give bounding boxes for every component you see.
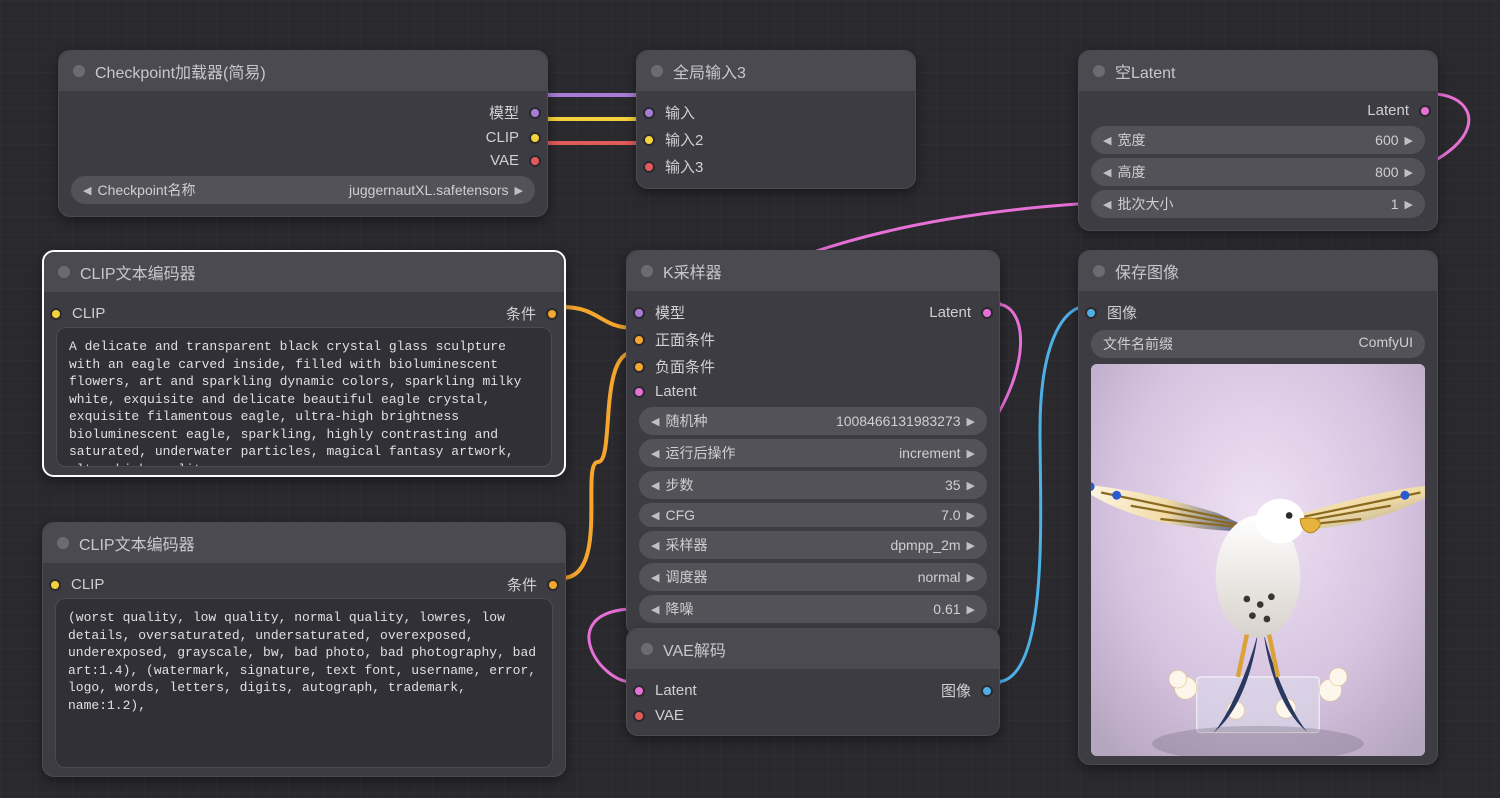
- node-title: Checkpoint加载器(简易): [95, 59, 266, 83]
- port-label: 输入3: [665, 156, 703, 177]
- collapse-icon[interactable]: [58, 266, 70, 278]
- collapse-icon[interactable]: [641, 643, 653, 655]
- port-clip-in[interactable]: [50, 308, 62, 320]
- output-image-preview[interactable]: [1091, 364, 1425, 756]
- port-label: Latent: [655, 383, 697, 400]
- node-header[interactable]: CLIP文本编码器: [43, 523, 565, 563]
- port-label: 输入: [665, 102, 695, 123]
- port-label: Latent: [929, 304, 971, 321]
- port-vae-in[interactable]: [633, 710, 645, 722]
- collapse-icon[interactable]: [1093, 65, 1105, 77]
- port-cond-out[interactable]: [547, 579, 559, 591]
- chevron-left-icon[interactable]: ◀: [83, 184, 91, 197]
- node-ksampler[interactable]: K采样器 模型 Latent 正面条件 负面条件 Latent ◀随机种1008…: [626, 250, 1000, 636]
- node-checkpoint-loader[interactable]: Checkpoint加载器(简易) 模型 CLIP VAE ◀ Checkpoi…: [58, 50, 548, 217]
- port-latent-in[interactable]: [633, 386, 645, 398]
- port-clip-out[interactable]: [529, 132, 541, 144]
- port-in[interactable]: [643, 107, 655, 119]
- seed-widget[interactable]: ◀随机种1008466131983273▶: [639, 407, 987, 435]
- port-label: CLIP: [72, 305, 105, 322]
- steps-widget[interactable]: ◀步数35▶: [639, 471, 987, 499]
- collapse-icon[interactable]: [1093, 265, 1105, 277]
- port-in[interactable]: [643, 134, 655, 146]
- node-header[interactable]: 全局输入3: [637, 51, 915, 91]
- input-label: 文件名前缀: [1103, 334, 1173, 354]
- port-model-out[interactable]: [529, 107, 541, 119]
- node-header[interactable]: VAE解码: [627, 629, 999, 669]
- filename-prefix-input[interactable]: 文件名前缀 ComfyUI: [1091, 330, 1425, 358]
- port-cond-pos-in[interactable]: [633, 334, 645, 346]
- port-label: VAE: [490, 152, 519, 169]
- node-header[interactable]: 空Latent: [1079, 51, 1437, 91]
- port-image-out[interactable]: [981, 685, 993, 697]
- port-cond-neg-in[interactable]: [633, 361, 645, 373]
- port-label: VAE: [655, 707, 684, 724]
- batch-widget[interactable]: ◀批次大小1▶: [1091, 190, 1425, 218]
- port-clip-in[interactable]: [49, 579, 61, 591]
- node-clip-text-encode-negative[interactable]: CLIP文本编码器 CLIP 条件 (worst quality, low qu…: [42, 522, 566, 777]
- node-header[interactable]: Checkpoint加载器(简易): [59, 51, 547, 91]
- node-title: K采样器: [663, 259, 722, 283]
- sampler-widget[interactable]: ◀采样器dpmpp_2m▶: [639, 531, 987, 559]
- node-clip-text-encode-positive[interactable]: CLIP文本编码器 CLIP 条件 A delicate and transpa…: [42, 250, 566, 477]
- port-image-in[interactable]: [1085, 307, 1097, 319]
- port-vae-out[interactable]: [529, 155, 541, 167]
- node-header[interactable]: 保存图像: [1079, 251, 1437, 291]
- port-latent-out[interactable]: [981, 307, 993, 319]
- node-global-input[interactable]: 全局输入3 输入 输入2 输入3: [636, 50, 916, 189]
- port-label: 负面条件: [655, 356, 715, 377]
- collapse-icon[interactable]: [73, 65, 85, 77]
- port-label: 图像: [1107, 302, 1137, 323]
- chevron-right-icon[interactable]: ▶: [515, 184, 523, 197]
- node-header[interactable]: K采样器: [627, 251, 999, 291]
- scheduler-widget[interactable]: ◀调度器normal▶: [639, 563, 987, 591]
- node-title: VAE解码: [663, 637, 726, 661]
- node-vae-decode[interactable]: VAE解码 Latent 图像 VAE: [626, 628, 1000, 736]
- collapse-icon[interactable]: [651, 65, 663, 77]
- denoise-widget[interactable]: ◀降噪0.61▶: [639, 595, 987, 623]
- port-label: Latent: [655, 682, 697, 699]
- port-label: CLIP: [71, 576, 104, 593]
- node-title: CLIP文本编码器: [79, 531, 195, 555]
- node-save-image[interactable]: 保存图像 图像 文件名前缀 ComfyUI: [1078, 250, 1438, 765]
- node-title: 保存图像: [1115, 259, 1179, 283]
- prompt-textarea[interactable]: A delicate and transparent black crystal…: [56, 327, 552, 467]
- port-label: 正面条件: [655, 329, 715, 350]
- cfg-widget[interactable]: ◀CFG7.0▶: [639, 503, 987, 527]
- port-label: 条件: [506, 303, 536, 324]
- width-widget[interactable]: ◀宽度600▶: [1091, 126, 1425, 154]
- collapse-icon[interactable]: [641, 265, 653, 277]
- port-in[interactable]: [643, 161, 655, 173]
- port-label: CLIP: [486, 129, 519, 146]
- port-label: 模型: [655, 302, 685, 323]
- port-label: 条件: [507, 574, 537, 595]
- node-title: 空Latent: [1115, 59, 1176, 83]
- port-cond-out[interactable]: [546, 308, 558, 320]
- prompt-textarea[interactable]: (worst quality, low quality, normal qual…: [55, 598, 553, 768]
- port-model-in[interactable]: [633, 307, 645, 319]
- node-header[interactable]: CLIP文本编码器: [44, 252, 564, 292]
- port-label: 模型: [489, 102, 519, 123]
- input-value: ComfyUI: [1359, 334, 1413, 354]
- checkpoint-name-widget[interactable]: ◀ Checkpoint名称 juggernautXL.safetensors …: [71, 176, 535, 204]
- node-title: 全局输入3: [673, 59, 746, 83]
- after-generate-widget[interactable]: ◀运行后操作increment▶: [639, 439, 987, 467]
- port-latent-in[interactable]: [633, 685, 645, 697]
- port-label: 图像: [941, 680, 971, 701]
- node-empty-latent[interactable]: 空Latent Latent ◀宽度600▶ ◀高度800▶ ◀批次大小1▶: [1078, 50, 1438, 231]
- port-label: Latent: [1367, 102, 1409, 119]
- port-latent-out[interactable]: [1419, 105, 1431, 117]
- node-title: CLIP文本编码器: [80, 260, 196, 284]
- collapse-icon[interactable]: [57, 537, 69, 549]
- port-label: 输入2: [665, 129, 703, 150]
- height-widget[interactable]: ◀高度800▶: [1091, 158, 1425, 186]
